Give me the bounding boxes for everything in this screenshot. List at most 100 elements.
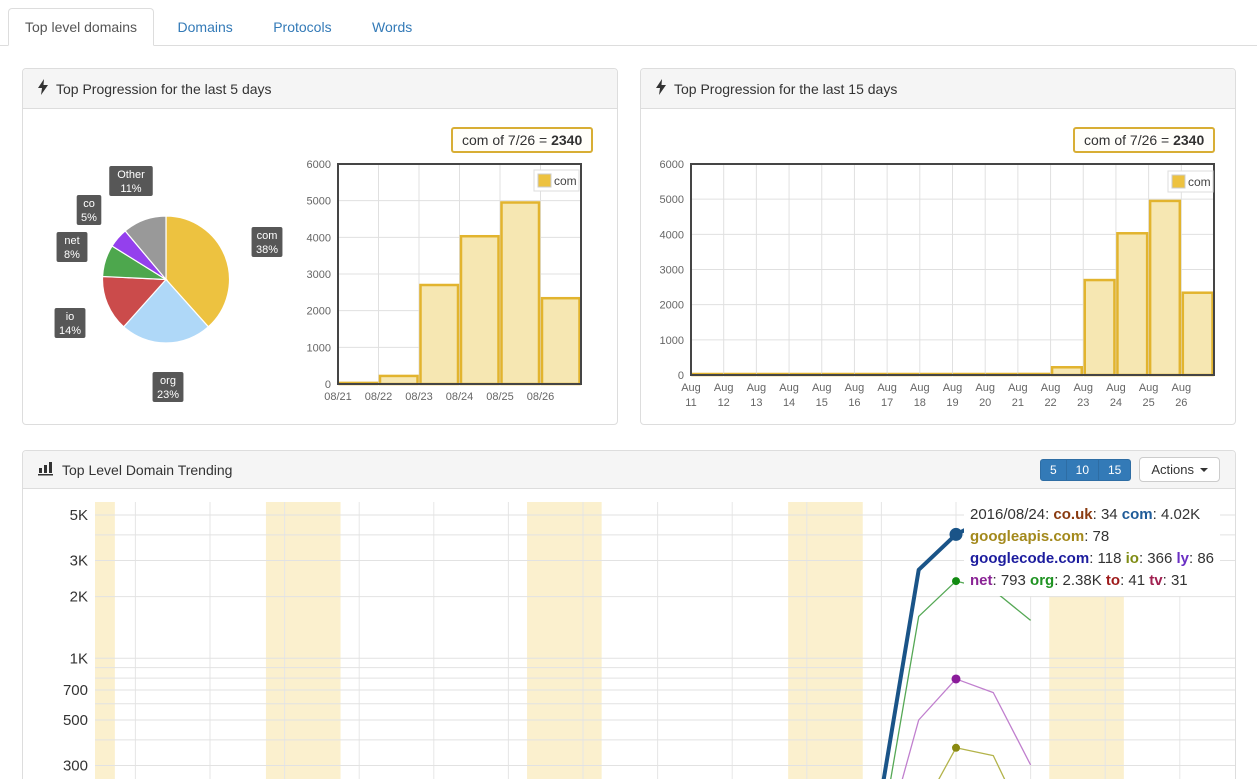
bar[interactable] (1085, 280, 1115, 375)
bar[interactable] (421, 285, 459, 384)
lightning-icon (656, 79, 666, 98)
data-point-marker-com[interactable] (950, 528, 963, 541)
bar[interactable] (1150, 201, 1180, 375)
com-count-badge: com of 7/26 = 2340 (451, 127, 593, 153)
legend: com (534, 170, 579, 191)
bar[interactable] (1117, 233, 1147, 375)
svg-text:Aug: Aug (812, 382, 832, 394)
svg-text:13: 13 (750, 397, 762, 409)
pie-label-co: co5% (77, 195, 102, 225)
svg-text:Aug: Aug (910, 382, 930, 394)
svg-text:08/25: 08/25 (486, 391, 514, 403)
svg-text:300: 300 (63, 757, 88, 774)
svg-text:1K: 1K (70, 650, 88, 667)
bar[interactable] (1052, 367, 1082, 375)
range-15-button[interactable]: 15 (1098, 459, 1131, 481)
actions-dropdown-button[interactable]: Actions (1139, 457, 1220, 482)
panel-5day-heading: Top Progression for the last 5 days (23, 69, 617, 109)
tab-bar: Top level domains Domains Protocols Word… (0, 0, 1257, 46)
tooltip-line: googleapis.com: 78 (970, 526, 1214, 548)
svg-text:11%: 11% (120, 183, 141, 195)
svg-text:08/22: 08/22 (365, 391, 393, 403)
svg-text:2000: 2000 (660, 300, 684, 312)
data-point-marker-net[interactable] (952, 674, 961, 683)
bars-5day: 010002000300040005000600008/2108/2208/23… (307, 159, 581, 403)
tab-words[interactable]: Words (355, 8, 429, 46)
svg-text:25: 25 (1143, 397, 1155, 409)
pie-label-Other: Other 11% (109, 166, 153, 196)
svg-text:19: 19 (946, 397, 958, 409)
svg-text:3K: 3K (70, 552, 88, 569)
svg-text:6000: 6000 (660, 159, 684, 171)
range-5-button[interactable]: 5 (1040, 459, 1067, 481)
svg-text:Aug: Aug (714, 382, 734, 394)
svg-text:24: 24 (1110, 397, 1122, 409)
svg-text:08/21: 08/21 (324, 391, 352, 403)
svg-text:org: org (160, 375, 176, 387)
svg-text:23: 23 (1077, 397, 1089, 409)
svg-text:18: 18 (914, 397, 926, 409)
panel-trend-title: Top Level Domain Trending (62, 462, 232, 478)
svg-text:20: 20 (979, 397, 991, 409)
svg-text:0: 0 (678, 370, 684, 382)
panel-15day-heading: Top Progression for the last 15 days (641, 69, 1235, 109)
bar-chart-icon (38, 461, 54, 479)
bar[interactable] (461, 236, 499, 384)
pie-label-com: com38% (252, 227, 283, 257)
bar[interactable] (502, 203, 540, 385)
svg-text:Aug: Aug (779, 382, 799, 394)
tooltip-line: net: 793 org: 2.38K to: 41 tv: 31 (970, 570, 1214, 592)
svg-text:12: 12 (718, 397, 730, 409)
badge-value: 2340 (551, 132, 582, 148)
svg-text:5K: 5K (70, 507, 88, 524)
data-point-marker-io[interactable] (952, 744, 960, 752)
lightning-icon (38, 79, 48, 98)
svg-text:Aug: Aug (681, 382, 701, 394)
svg-text:co: co (83, 198, 95, 210)
svg-text:14%: 14% (59, 325, 81, 337)
trend-controls: 5 10 15 Actions (1040, 457, 1220, 482)
bar[interactable] (380, 376, 418, 384)
panel-tld-trending: Top Level Domain Trending 5 10 15 Action… (22, 450, 1236, 779)
svg-text:Other: Other (117, 169, 145, 181)
svg-text:3000: 3000 (307, 269, 331, 281)
pie-label-org: org23% (153, 372, 184, 402)
svg-text:io: io (66, 311, 75, 323)
svg-text:17: 17 (881, 397, 893, 409)
svg-text:4000: 4000 (660, 229, 684, 241)
tab-protocols[interactable]: Protocols (256, 8, 348, 46)
svg-text:08/23: 08/23 (405, 391, 433, 403)
tooltip-line: 2016/08/24: co.uk: 34 com: 4.02K (970, 504, 1214, 526)
svg-text:0: 0 (325, 379, 331, 391)
svg-text:Aug: Aug (877, 382, 897, 394)
svg-text:8%: 8% (64, 249, 80, 261)
svg-text:14: 14 (783, 397, 795, 409)
svg-text:3000: 3000 (660, 265, 684, 277)
panel-top-progression-15-days: Top Progression for the last 15 days 010… (640, 68, 1236, 425)
trend-y-axis-labels: 5K3K2K1K700500300 (63, 507, 88, 774)
caret-down-icon (1200, 468, 1208, 472)
svg-text:11: 11 (685, 397, 696, 409)
panel-5day-title: Top Progression for the last 5 days (56, 81, 272, 97)
tab-top-level-domains[interactable]: Top level domains (8, 8, 154, 46)
data-point-marker-org[interactable] (952, 577, 960, 585)
bar[interactable] (1183, 293, 1213, 375)
svg-text:Aug: Aug (1041, 382, 1061, 394)
tld-pie: com38%org23%io14%net8%co5%Other11% (55, 166, 283, 402)
fifteen-day-bar-chart[interactable]: 0100020003000400050006000Aug11Aug12Aug13… (641, 109, 1235, 425)
tab-domains[interactable]: Domains (161, 8, 250, 46)
svg-text:2K: 2K (70, 589, 88, 606)
panel-top-progression-5-days: Top Progression for the last 5 days com3… (22, 68, 618, 425)
range-10-button[interactable]: 10 (1066, 459, 1099, 481)
svg-text:08/24: 08/24 (446, 391, 474, 403)
panel-15day-title: Top Progression for the last 15 days (674, 81, 897, 97)
chart-tooltip: 2016/08/24: co.uk: 34 com: 4.02Kgoogleap… (964, 502, 1220, 596)
svg-text:Aug: Aug (1008, 382, 1028, 394)
svg-text:1000: 1000 (307, 342, 331, 354)
five-day-charts[interactable]: com38%org23%io14%net8%co5%Other11%010002… (23, 109, 617, 425)
svg-text:Aug: Aug (943, 382, 963, 394)
bar[interactable] (542, 298, 580, 384)
svg-text:6000: 6000 (307, 159, 331, 171)
svg-text:com: com (257, 230, 278, 242)
actions-label: Actions (1151, 462, 1194, 477)
